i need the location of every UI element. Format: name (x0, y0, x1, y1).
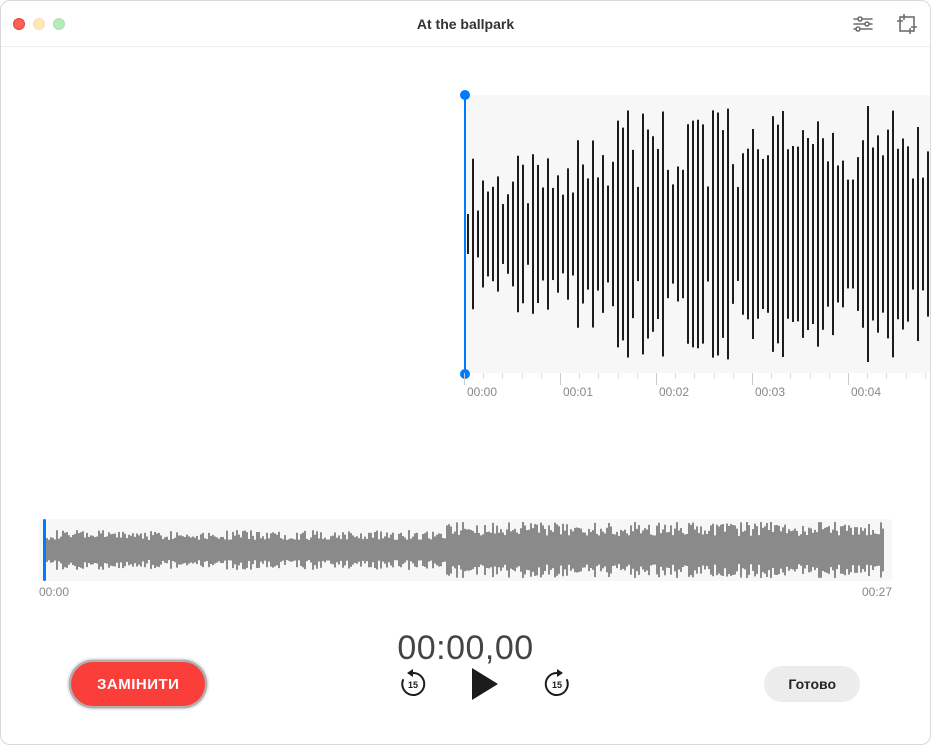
overview-time-labels: 00:00 00:27 (39, 585, 892, 599)
skip-forward-icon: 15 (541, 668, 573, 700)
skip-back-15-button[interactable]: 15 (396, 667, 430, 701)
time-ruler: 00:00 00:01 00:02 00:03 00:04 (464, 373, 930, 413)
ruler-minor-tick (637, 373, 638, 379)
play-icon (470, 667, 500, 701)
ruler-minor-tick (810, 373, 811, 379)
svg-text:15: 15 (408, 680, 418, 690)
waveform-overview-svg (43, 519, 892, 581)
skip-forward-15-button[interactable]: 15 (540, 667, 574, 701)
ruler-minor-tick (771, 373, 772, 379)
ruler-minor-tick (522, 373, 523, 379)
playback-controls: 15 15 (396, 665, 574, 703)
titlebar: At the ballpark (1, 1, 930, 47)
ruler-minor-tick (694, 373, 695, 379)
ruler-minor-tick (483, 373, 484, 379)
ruler-minor-tick (906, 373, 907, 379)
overview-playhead[interactable] (43, 519, 46, 581)
ruler-minor-tick (502, 373, 503, 379)
trim-icon (897, 14, 917, 34)
ruler-minor-tick (733, 373, 734, 379)
ruler-tick: 00:02 (656, 373, 689, 385)
done-button[interactable]: Готово (764, 666, 860, 702)
replace-button[interactable]: ЗАМІНИТИ (71, 662, 205, 706)
waveform-region (464, 95, 930, 373)
ruler-minor-tick (675, 373, 676, 379)
toolbar-right (852, 13, 918, 35)
window-title: At the ballpark (417, 16, 514, 32)
voice-memos-edit-window: At the ballpark (0, 0, 931, 745)
overview-end-time: 00:27 (862, 585, 892, 599)
ruler-minor-tick (714, 373, 715, 379)
waveform-detail (464, 95, 930, 373)
ruler-minor-tick (886, 373, 887, 379)
svg-text:15: 15 (552, 680, 562, 690)
ruler-minor-tick (829, 373, 830, 379)
waveform-detail-editor[interactable]: 00:00 00:01 00:02 00:03 00:04 (1, 95, 930, 455)
ruler-tick: 00:00 (464, 373, 497, 385)
ruler-minor-tick (790, 373, 791, 379)
ruler-tick: 00:03 (752, 373, 785, 385)
zoom-window-button[interactable] (53, 18, 65, 30)
sliders-icon (853, 16, 873, 32)
ruler-tick: 00:01 (560, 373, 593, 385)
ruler-minor-tick (925, 373, 926, 379)
overview-track (39, 519, 892, 581)
trim-button[interactable] (896, 13, 918, 35)
playhead-handle-top[interactable] (460, 90, 470, 100)
play-button[interactable] (466, 665, 504, 703)
playback-settings-button[interactable] (852, 13, 874, 35)
transport-controls: ЗАМІНИТИ 15 15 (1, 662, 930, 706)
close-window-button[interactable] (13, 18, 25, 30)
minimize-window-button[interactable] (33, 18, 45, 30)
skip-back-icon: 15 (397, 668, 429, 700)
playhead-line[interactable] (464, 95, 466, 373)
ruler-minor-tick (541, 373, 542, 379)
ruler-minor-tick (579, 373, 580, 379)
window-controls (13, 18, 65, 30)
waveform-overview[interactable]: 00:00 00:27 (39, 519, 892, 599)
ruler-minor-tick (867, 373, 868, 379)
overview-start-time: 00:00 (39, 585, 69, 599)
ruler-minor-tick (598, 373, 599, 379)
ruler-minor-tick (618, 373, 619, 379)
ruler-tick: 00:04 (848, 373, 881, 385)
